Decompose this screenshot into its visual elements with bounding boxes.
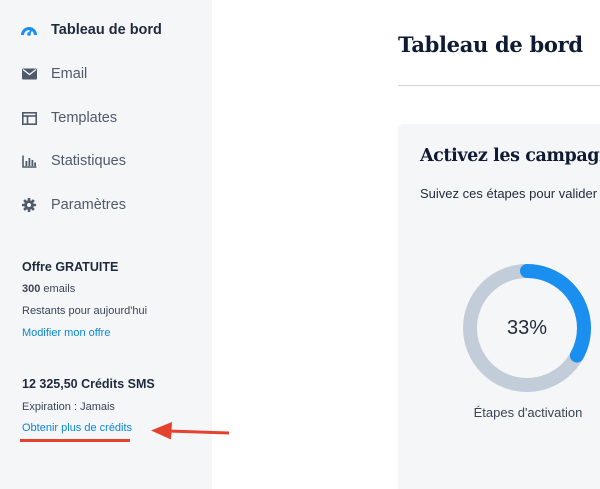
sidebar-item-settings[interactable]: Paramètres (0, 187, 212, 223)
dashboard-icon (21, 22, 37, 38)
plan-title: Offre GRATUITE (22, 260, 119, 274)
sms-credits: 12 325,50 Crédits SMS (22, 377, 155, 391)
sidebar-item-statistics[interactable]: Statistiques (0, 143, 212, 179)
sidebar-item-dashboard[interactable]: Tableau de bord (0, 12, 212, 48)
annotation-arrow-icon (151, 422, 230, 440)
template-icon (21, 110, 37, 126)
progress-percent: 33% (506, 316, 548, 339)
sidebar-item-email[interactable]: Email (0, 56, 212, 92)
card-subtitle: Suivez ces étapes pour valider (420, 186, 598, 201)
sidebar-item-label: Statistiques (51, 153, 126, 169)
sidebar-item-templates[interactable]: Templates (0, 100, 212, 136)
gear-icon (21, 197, 37, 213)
progress-label: Étapes d'activation (473, 405, 583, 420)
annotation-underline (20, 439, 130, 442)
modify-plan-link[interactable]: Modifier mon offre (22, 327, 110, 339)
sidebar: Tableau de bord Email Templates Statisti… (0, 0, 212, 489)
emails-remaining: 300 emails (22, 283, 75, 295)
sidebar-item-label: Templates (51, 110, 118, 126)
card-title: Activez les campagnes (420, 146, 600, 166)
page-title: Tableau de bord (398, 32, 583, 57)
title-divider (398, 85, 600, 86)
bar-chart-icon (21, 153, 37, 169)
get-more-credits-link[interactable]: Obtenir plus de crédits (22, 422, 132, 434)
remaining-today-label: Restants pour aujourd'hui (22, 305, 148, 317)
sms-expiration: Expiration : Jamais (22, 401, 115, 413)
sidebar-item-label: Paramètres (51, 197, 126, 213)
emails-unit: emails (40, 283, 76, 295)
envelope-icon (21, 66, 37, 82)
activation-card: Activez les campagnes Suivez ces étapes … (398, 124, 600, 489)
sidebar-item-label: Tableau de bord (51, 22, 162, 38)
sidebar-item-label: Email (51, 66, 88, 82)
emails-count: 300 (22, 283, 41, 295)
